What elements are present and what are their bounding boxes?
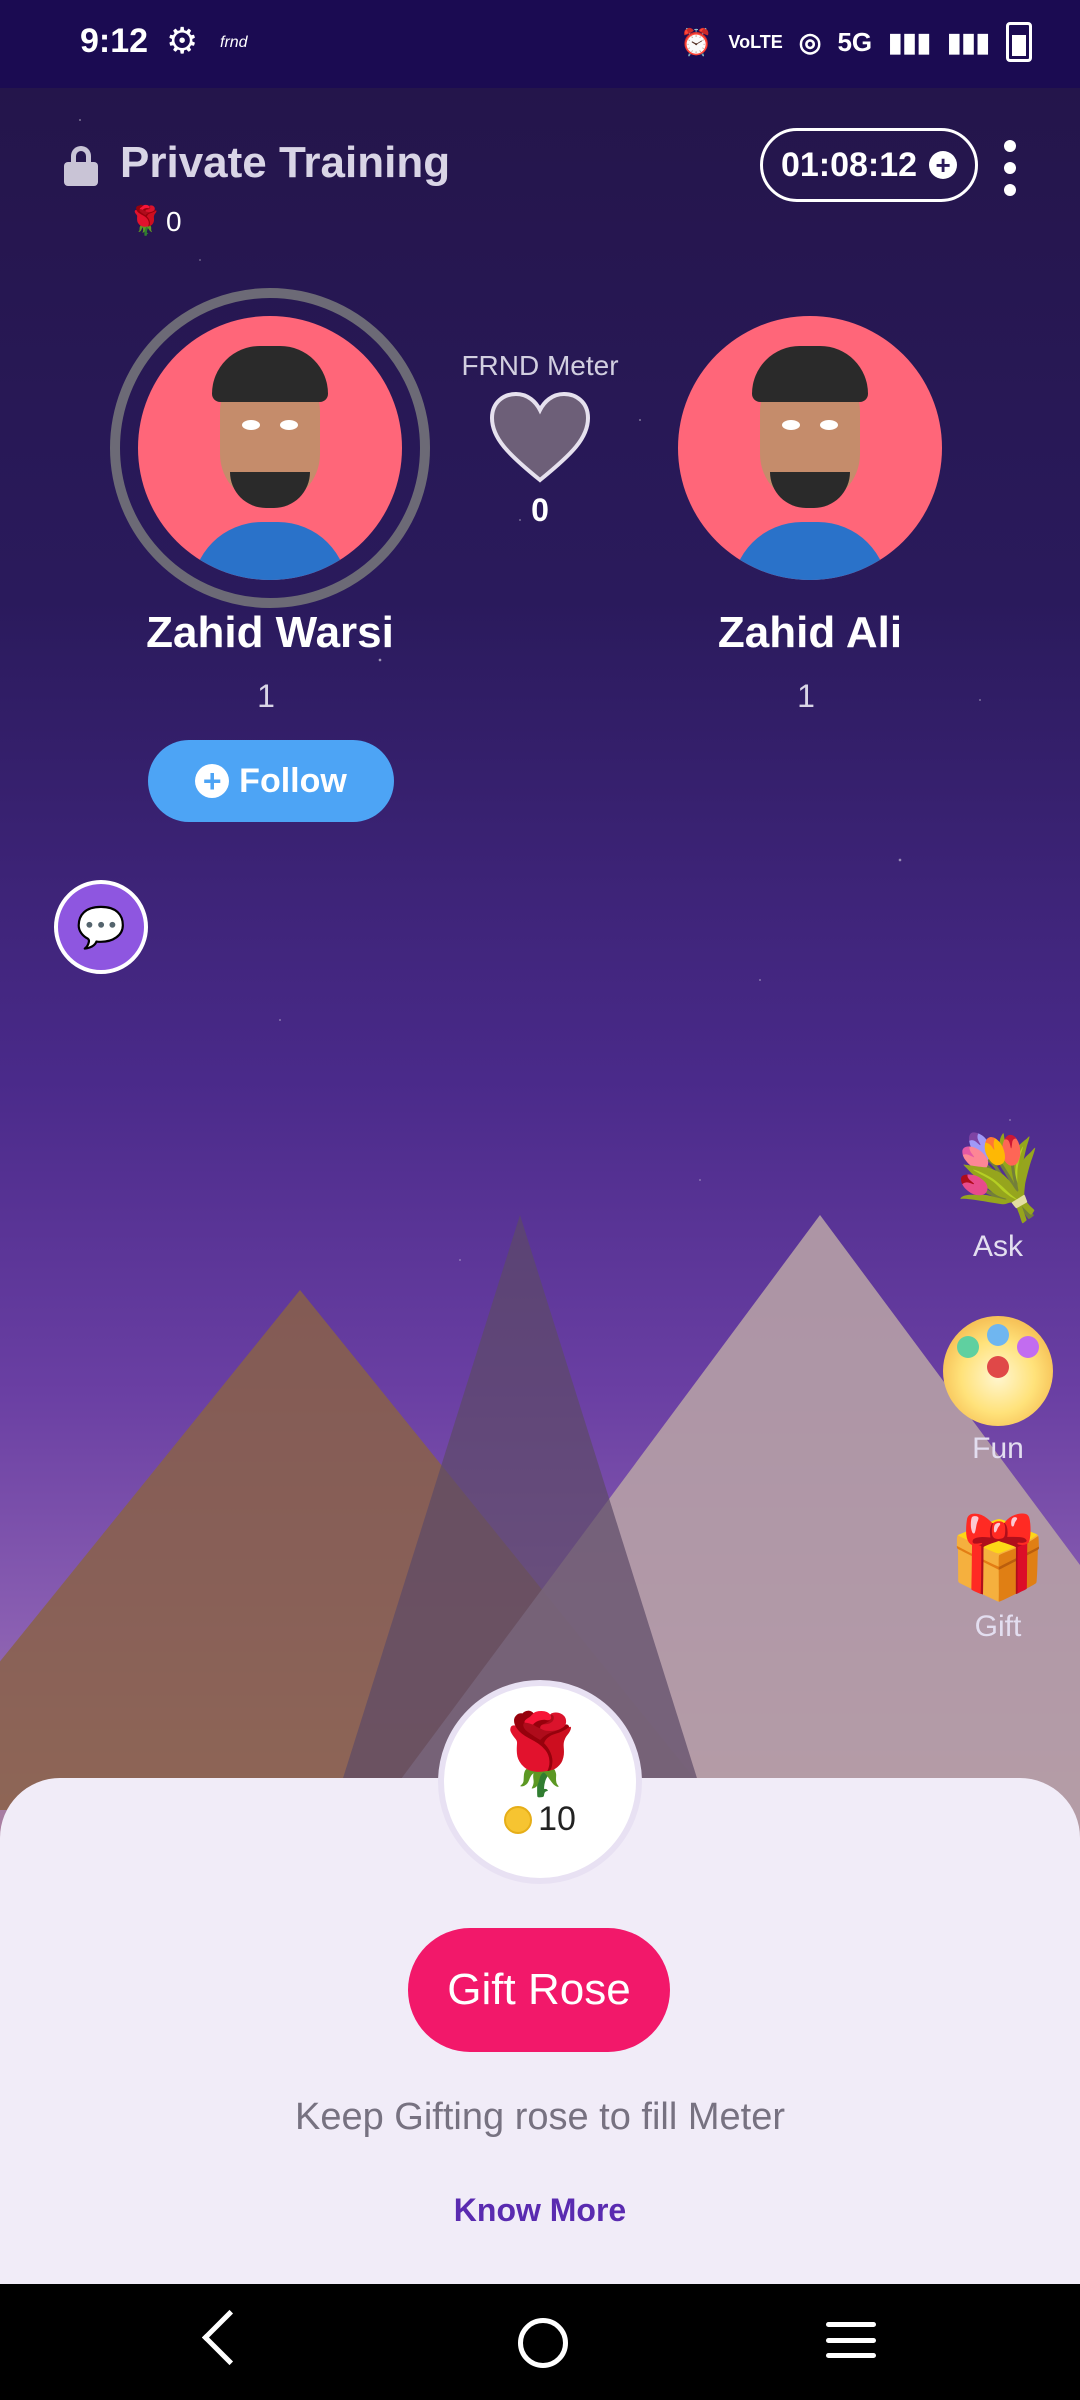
user-name-right: Zahid Ali <box>717 608 903 657</box>
avatar-right[interactable] <box>678 316 942 580</box>
lock-icon <box>64 146 98 186</box>
status-app-label: frnd <box>220 34 248 51</box>
plus-icon: + <box>195 764 230 798</box>
gift-rose-button[interactable]: Gift Rose <box>408 1928 670 2052</box>
call-screen: 9:12 ⚙ frnd ⏰ VoLTE ◎ 5G ▮▮▮ ▮▮▮ Private… <box>0 0 1080 2400</box>
fun-balls-icon <box>943 1316 1053 1426</box>
alarm-icon: ⏰ <box>680 26 713 57</box>
gift-button[interactable]: 🎁 Gift <box>940 1512 1056 1644</box>
status-time: 9:12 <box>80 22 149 60</box>
user-name-left: Zahid Warsi <box>146 608 394 657</box>
rose-icon: 🌹 <box>128 205 163 236</box>
follow-button[interactable]: + Follow <box>148 740 394 822</box>
hotspot-icon: ◎ <box>798 26 822 57</box>
avatar-left[interactable] <box>138 316 402 580</box>
user-count-left: 1 <box>257 678 275 714</box>
user-count-right: 1 <box>797 678 815 714</box>
rose-price-value: 10 <box>538 1800 576 1838</box>
signal-icon: ▮▮▮ <box>888 26 932 57</box>
room-title: Private Training <box>120 138 451 187</box>
home-icon[interactable] <box>518 2318 568 2368</box>
rose-price: 10 <box>444 1800 636 1839</box>
fun-button[interactable]: Fun <box>940 1316 1056 1466</box>
lte-icon: VoLTE <box>728 31 783 52</box>
heart-icon <box>489 391 591 483</box>
know-more-link[interactable]: Know More <box>0 2192 1080 2229</box>
recents-icon[interactable] <box>826 2322 876 2358</box>
rose-bubble[interactable]: 🌹 10 <box>438 1680 642 1884</box>
status-bar: 9:12 ⚙ frnd ⏰ VoLTE ◎ 5G ▮▮▮ ▮▮▮ <box>0 0 1080 88</box>
more-options-icon[interactable] <box>1000 140 1020 196</box>
meter-value: 0 <box>531 492 549 528</box>
meter-label: FRND Meter <box>461 350 619 381</box>
gift-box-icon: 🎁 <box>948 1513 1048 1602</box>
chat-icon[interactable]: 💬 <box>54 880 148 974</box>
fun-label: Fun <box>972 1432 1024 1465</box>
rose-icon-large: 🌹 <box>491 1710 589 1798</box>
coin-icon <box>504 1805 533 1834</box>
meter-hint: Keep Gifting rose to fill Meter <box>295 2096 785 2138</box>
bouquet-icon: 💐 <box>948 1133 1048 1222</box>
settings-gear-icon: ⚙ <box>166 20 199 61</box>
signal-icon-2: ▮▮▮ <box>947 26 990 57</box>
rose-count: 0 <box>166 206 182 237</box>
status-icons: ⏰ VoLTE ◎ 5G ▮▮▮ ▮▮▮ <box>680 22 1032 62</box>
system-nav-bar <box>0 2284 1080 2400</box>
ask-button[interactable]: 💐 Ask <box>940 1132 1056 1264</box>
timer-value: 01:08:12 <box>780 145 918 184</box>
gift-label: Gift <box>974 1610 1022 1643</box>
battery-icon <box>1006 22 1032 62</box>
call-timer-button[interactable]: 01:08:12 + <box>760 128 978 202</box>
ask-label: Ask <box>972 1230 1023 1263</box>
follow-label: Follow <box>239 761 347 800</box>
add-time-icon: + <box>929 151 958 179</box>
network-type: 5G <box>837 26 873 57</box>
back-icon[interactable] <box>201 2309 258 2366</box>
